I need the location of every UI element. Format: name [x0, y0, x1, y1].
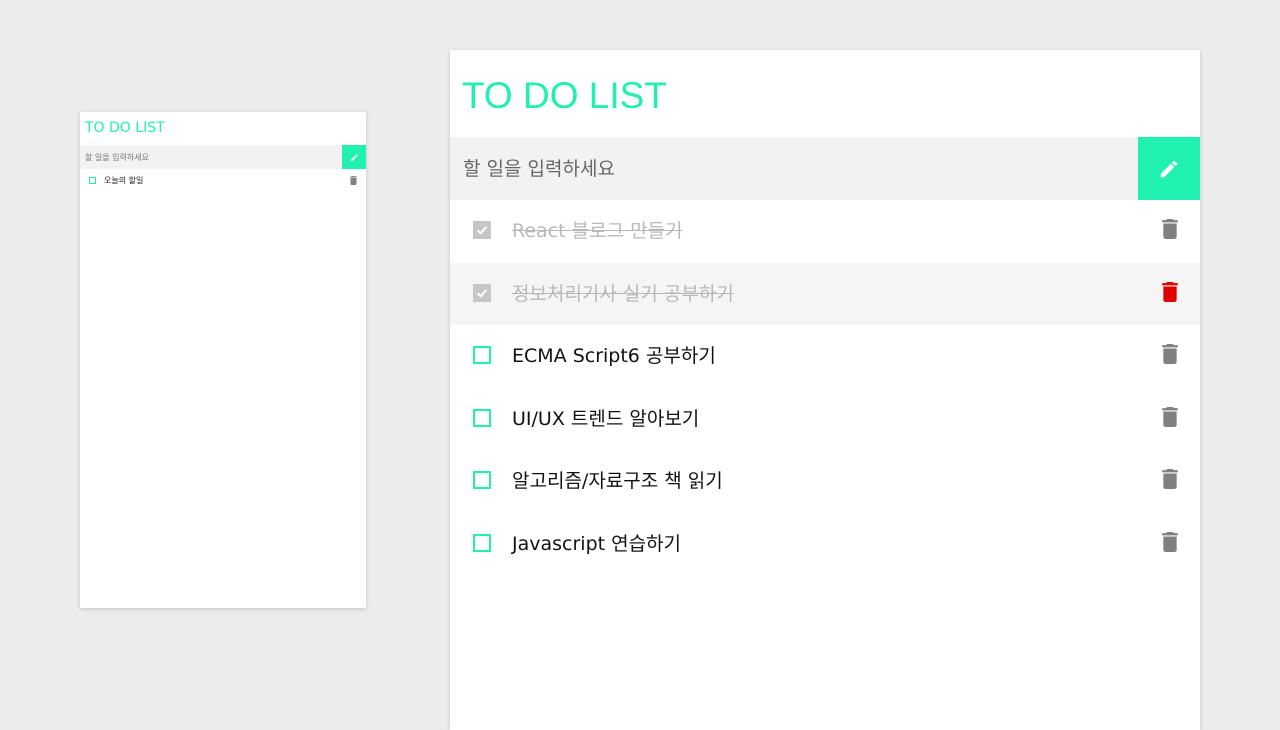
todo-app: TO DO LIST React 블로그 만들기 정보처리기사 실기 공부하기 [450, 50, 1200, 730]
todo-item: ECMA Script6 공부하기 [450, 325, 1200, 388]
todo-checkbox[interactable] [473, 533, 491, 552]
todo-checkbox[interactable] [473, 221, 491, 239]
pencil-icon [1160, 160, 1178, 177]
trash-icon[interactable] [1162, 281, 1178, 302]
todo-item: 알고리즘/자료구조 책 읽기 [450, 450, 1200, 513]
todo-checkbox[interactable] [473, 471, 491, 489]
todo-input-row [450, 137, 1200, 200]
check-icon [476, 288, 488, 298]
trash-icon[interactable] [1162, 344, 1178, 364]
todo-text: Javascript 연습하기 [512, 532, 682, 555]
todo-item: UI/UX 트렌드 알아보기 [450, 388, 1200, 451]
add-todo-button[interactable] [342, 145, 366, 169]
trash-icon[interactable] [1162, 219, 1178, 239]
trash-icon[interactable] [1162, 531, 1178, 552]
todo-item: React 블로그 만들기 [450, 200, 1200, 263]
todo-item: 정보처리기사 실기 공부하기 [450, 262, 1200, 325]
check-icon [476, 226, 488, 235]
todo-checkbox[interactable] [473, 283, 491, 302]
todo-text: UI/UX 트렌드 알아보기 [512, 407, 700, 430]
app-title: TO DO LIST [85, 120, 165, 136]
pencil-icon [350, 153, 358, 161]
todo-checkbox[interactable] [473, 408, 491, 427]
todo-text: 오늘의 할일 [104, 176, 144, 185]
todo-item: 오늘의 할일 [80, 169, 366, 193]
todo-list: React 블로그 만들기 정보처리기사 실기 공부하기 ECMA Script… [450, 200, 1200, 575]
todo-text: React 블로그 만들기 [512, 220, 683, 242]
todo-checkbox[interactable] [89, 177, 96, 184]
todo-text: 정보처리기사 실기 공부하기 [512, 282, 734, 305]
trash-icon[interactable] [350, 176, 357, 185]
small-todo-app: TO DO LIST 오늘의 할일 [80, 112, 366, 608]
todo-checkbox[interactable] [473, 346, 491, 364]
todo-text: ECMA Script6 공부하기 [512, 345, 716, 367]
app-title: TO DO LIST [462, 75, 667, 116]
todo-input[interactable] [450, 137, 1123, 200]
add-todo-button[interactable] [1138, 137, 1200, 200]
trash-icon[interactable] [1162, 406, 1178, 427]
trash-icon[interactable] [1162, 469, 1178, 489]
todo-item: Javascript 연습하기 [450, 513, 1200, 576]
todo-text: 알고리즘/자료구조 책 읽기 [512, 470, 723, 492]
todo-input-row [80, 145, 366, 170]
todo-input[interactable] [80, 145, 335, 170]
